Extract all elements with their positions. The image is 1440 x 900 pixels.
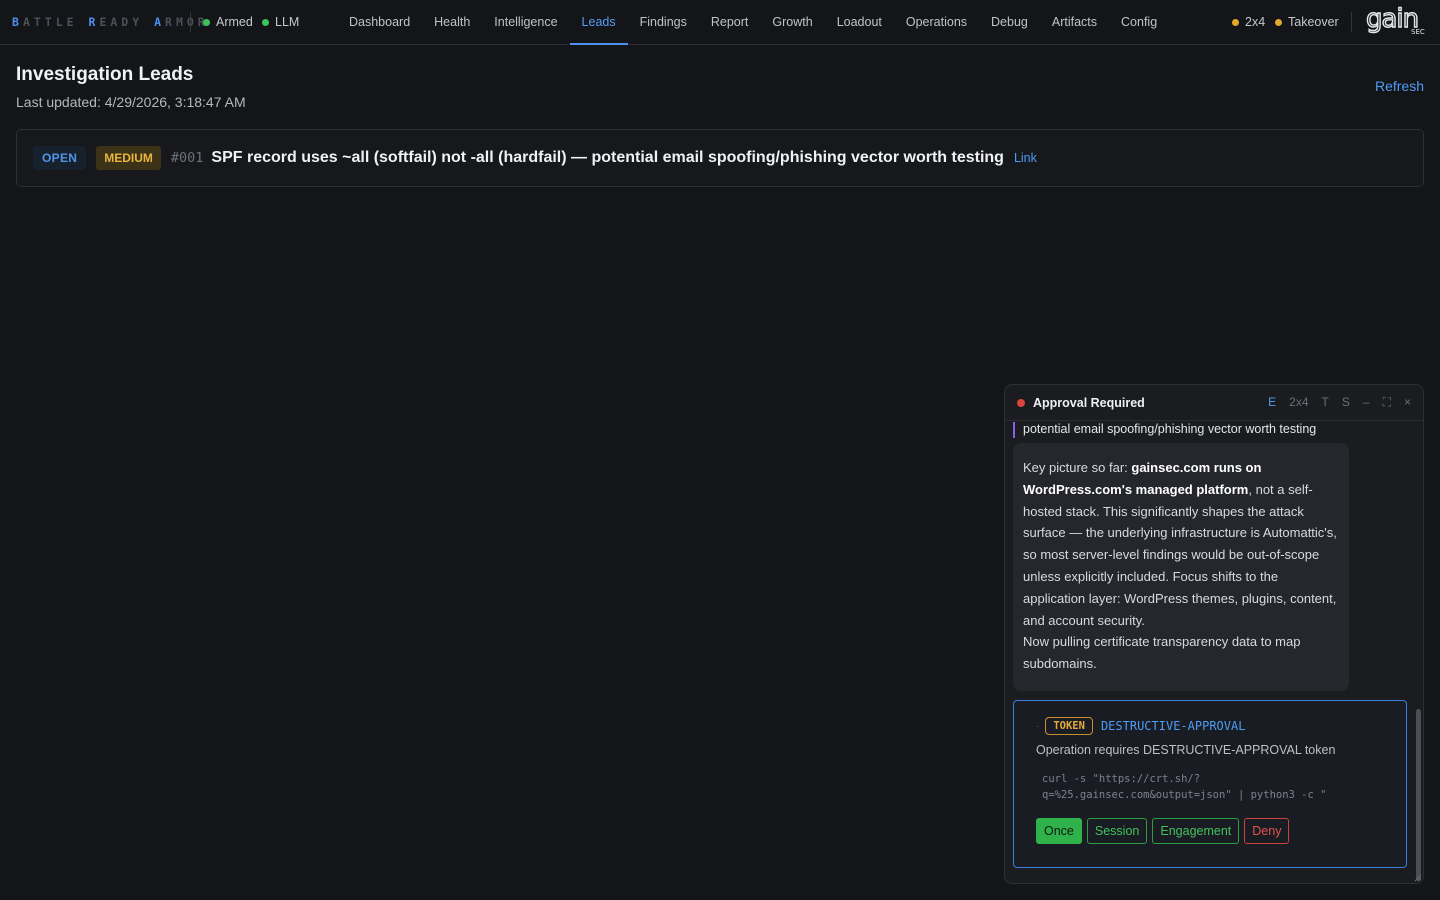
tab-report[interactable]: Report — [699, 0, 761, 45]
approval-description: Operation requires DESTRUCTIVE-APPROVAL … — [1036, 743, 1336, 757]
lead-status-badge: OPEN — [33, 146, 87, 170]
brand-word: ATTLE — [22, 15, 78, 29]
alert-dot-icon — [1017, 398, 1025, 407]
token-name: DESTRUCTIVE-APPROVAL — [1100, 719, 1246, 733]
approval-panel-body[interactable]: potential email spoofing/phishing vector… — [1005, 422, 1415, 883]
msg-intro: Key picture so far: — [1023, 460, 1132, 475]
llm-status: LLM — [262, 14, 299, 30]
approve-engagement-button[interactable]: Engagement — [1152, 818, 1240, 844]
command-line: q=%25.gainsec.com&output=json" | python3… — [1042, 789, 1327, 801]
panel-s-toggle[interactable]: S — [1342, 395, 1350, 410]
tab-health[interactable]: Health — [422, 0, 482, 45]
command-line: curl -s "https://crt.sh/? — [1042, 773, 1201, 785]
brand-word: EADY — [99, 15, 144, 29]
agent-message-paragraph-2: Now pulling certificate transparency dat… — [1023, 634, 1301, 672]
approval-panel-header[interactable]: Approval Required E 2x4 T S – ⛶ × — [1005, 385, 1423, 421]
takeover-status-dot-icon — [1275, 18, 1282, 26]
armed-status: Armed — [203, 14, 253, 30]
agent-message: Key picture so far: gainsec.com runs on … — [1013, 443, 1349, 691]
lead-title: SPF record uses ~all (softfail) not -all… — [211, 149, 1004, 166]
panel-scrollbar-thumb[interactable] — [1416, 709, 1421, 881]
takeover-status-label: Takeover — [1288, 15, 1339, 29]
token-badge: TOKEN — [1045, 717, 1093, 735]
mode-status[interactable]: 2x4 — [1232, 14, 1265, 30]
command-preview: curl -s "https://crt.sh/? q=%25.gainsec.… — [1036, 771, 1386, 803]
last-updated: Last updated: 4/29/2026, 3:18:47 AM — [16, 94, 246, 110]
lead-severity-badge: MEDIUM — [96, 146, 161, 170]
lead-row[interactable]: OPEN MEDIUM #001 SPF record uses ~all (s… — [16, 129, 1424, 187]
brand-letter: A — [154, 15, 166, 29]
refresh-button[interactable]: Refresh — [1375, 78, 1424, 94]
tab-debug[interactable]: Debug — [979, 0, 1040, 45]
panel-t-toggle[interactable]: T — [1322, 395, 1329, 410]
lead-id: #001 — [170, 150, 204, 166]
brand-wordmark: BATTLE READY ARMOR — [12, 15, 209, 29]
page-title: Investigation Leads — [16, 64, 194, 85]
tab-loadout[interactable]: Loadout — [825, 0, 894, 45]
msg-rest: , not a self-hosted stack. This signific… — [1023, 481, 1337, 628]
lead-link[interactable]: Link — [1014, 151, 1037, 165]
tab-leads[interactable]: Leads — [569, 0, 628, 45]
deny-button[interactable]: Deny — [1244, 818, 1290, 844]
tab-intelligence[interactable]: Intelligence — [482, 0, 569, 45]
main-nav: Dashboard Health Intelligence Leads Find… — [337, 0, 1169, 45]
panel-e-toggle[interactable]: E — [1268, 395, 1276, 410]
brand-letter: R — [88, 15, 100, 29]
tab-operations[interactable]: Operations — [894, 0, 979, 45]
approval-panel: Approval Required E 2x4 T S – ⛶ × potent… — [1004, 384, 1424, 884]
bullet-icon: · — [1036, 720, 1040, 732]
resize-grip-icon[interactable] — [1413, 873, 1422, 882]
logo-sub: SEC — [1411, 28, 1425, 36]
divider — [1351, 12, 1352, 32]
approve-session-button[interactable]: Session — [1086, 818, 1148, 844]
close-icon[interactable]: × — [1404, 395, 1411, 410]
expand-icon[interactable]: ⛶ — [1383, 395, 1391, 410]
tab-growth[interactable]: Growth — [760, 0, 824, 45]
tab-artifacts[interactable]: Artifacts — [1040, 0, 1109, 45]
approval-panel-title: Approval Required — [1033, 395, 1145, 410]
approval-request: · TOKEN DESTRUCTIVE-APPROVAL Operation r… — [1013, 700, 1407, 868]
token-row: · TOKEN DESTRUCTIVE-APPROVAL — [1036, 717, 1245, 735]
mode-status-label: 2x4 — [1245, 15, 1266, 29]
armed-status-dot-icon — [203, 18, 210, 26]
top-bar: BATTLE READY ARMOR Armed LLM Dashboard H… — [0, 0, 1440, 45]
tab-findings[interactable]: Findings — [628, 0, 699, 45]
panel-controls: E 2x4 T S – ⛶ × — [1268, 395, 1411, 410]
gainsec-logo: gain SEC — [1366, 6, 1425, 36]
divider — [190, 12, 191, 32]
quoted-context: potential email spoofing/phishing vector… — [1013, 422, 1316, 438]
llm-status-dot-icon — [262, 18, 269, 26]
brand-letter: B — [12, 15, 23, 29]
tab-config[interactable]: Config — [1109, 0, 1169, 45]
agent-message-paragraph: Key picture so far: gainsec.com runs on … — [1023, 457, 1339, 631]
panel-mode-toggle[interactable]: 2x4 — [1289, 395, 1308, 410]
tab-dashboard[interactable]: Dashboard — [337, 0, 422, 45]
takeover-status[interactable]: Takeover — [1275, 14, 1339, 30]
minimize-icon[interactable]: – — [1363, 395, 1370, 410]
mode-status-dot-icon — [1232, 18, 1239, 26]
approve-once-button[interactable]: Once — [1036, 818, 1082, 844]
approval-buttons: Once Session Engagement Deny — [1036, 818, 1290, 844]
armed-status-label: Armed — [216, 15, 253, 29]
llm-status-label: LLM — [275, 15, 300, 29]
